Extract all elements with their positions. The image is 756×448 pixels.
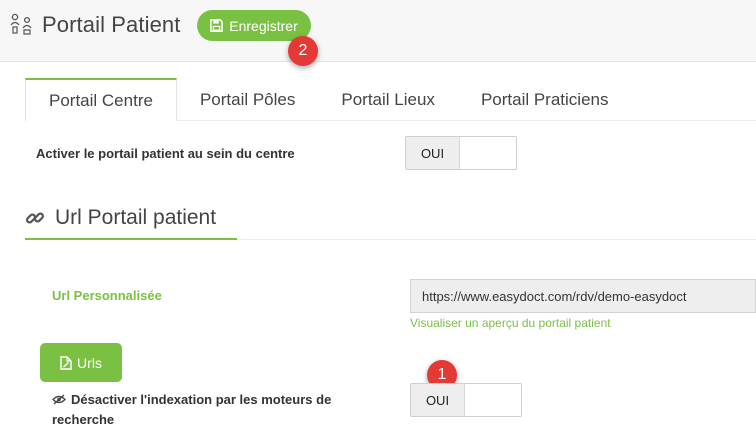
patient-doctor-icon [10, 13, 32, 35]
urls-button-label: Urls [77, 354, 102, 371]
urls-button[interactable]: Urls [40, 343, 122, 382]
floppy-disk-icon [210, 19, 224, 32]
save-button[interactable]: Enregistrer [197, 10, 311, 41]
disable-indexing-label: Désactiver l'indexation par les moteurs … [52, 390, 372, 430]
header-bar: Portail Patient Enregistrer [0, 0, 756, 62]
url-section-header: Url Portail patient [25, 197, 237, 240]
preview-portal-link[interactable]: Visualiser un aperçu du portail patient [410, 316, 611, 330]
page-title: Portail Patient [42, 12, 181, 37]
activate-portal-toggle[interactable]: OUI [405, 136, 517, 170]
disable-indexing-toggle[interactable]: OUI [410, 383, 522, 417]
custom-url-field[interactable]: https://www.easydoct.com/rdv/demo-easydo… [410, 279, 756, 313]
file-edit-icon [60, 355, 72, 370]
custom-url-label: Url Personnalisée [52, 288, 162, 303]
tab-portail-praticiens[interactable]: Portail Praticiens [458, 78, 632, 121]
save-button-label: Enregistrer [229, 17, 298, 34]
disable-indexing-text: Désactiver l'indexation par les moteurs … [52, 392, 332, 427]
activate-toggle-value: OUI [406, 137, 460, 169]
tabs-divider [176, 120, 756, 121]
section-divider [237, 239, 756, 240]
step-badge-2: 2 [288, 36, 318, 66]
section-title: Url Portail patient [55, 205, 217, 229]
indexing-toggle-value: OUI [411, 384, 465, 416]
activate-portal-label: Activer le portail patient au sein du ce… [36, 146, 295, 161]
tab-portail-centre[interactable]: Portail Centre [25, 78, 177, 121]
portal-tabs: Portail Centre Portail Pôles Portail Lie… [25, 78, 632, 121]
eye-slash-icon [52, 394, 66, 405]
tab-portail-lieux[interactable]: Portail Lieux [318, 78, 458, 121]
tab-portail-poles[interactable]: Portail Pôles [177, 78, 318, 121]
link-icon [25, 211, 45, 224]
